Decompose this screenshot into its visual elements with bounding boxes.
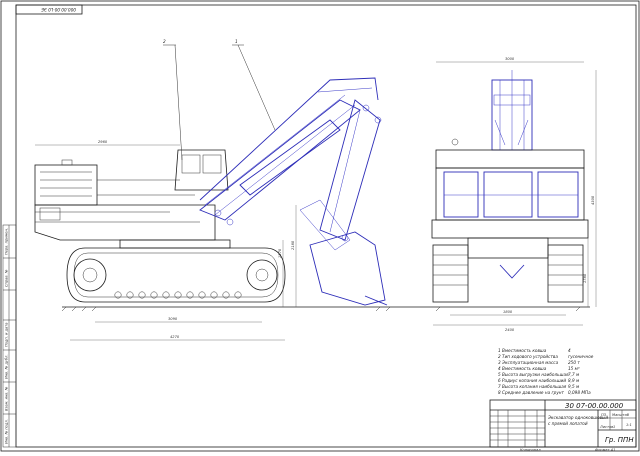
spec-list: 1 Вместимость ковша 4 2 Тип ходового уст…: [498, 348, 594, 395]
strip-label-1: Перв. примен.: [5, 228, 9, 255]
strip-label-4: Инв. № дубл.: [5, 354, 9, 379]
front-track-left: [432, 244, 469, 303]
spec-8: 8 Среднее давление на грунт: [498, 390, 565, 395]
scale-label: Масштаб: [612, 413, 630, 417]
dim-side-overall: 4270: [170, 335, 180, 339]
stamp-code: 000.00.00-L0 ЭЕ: [41, 7, 76, 12]
top-stamp: 000.00.00-L0 ЭЕ: [15, 4, 83, 15]
group-label: Гр. ППН: [605, 436, 634, 444]
spec-1-value: 4: [568, 348, 571, 353]
litera: ПЗ: [601, 413, 607, 417]
strip-label-3: Подп. и дата: [5, 323, 9, 347]
scale-value: 1:1: [626, 423, 632, 427]
dim-side-h2: 2180: [291, 240, 295, 250]
dim-front-width: 3000: [505, 57, 515, 61]
operator-cab: [174, 149, 229, 191]
copy-label: Копировал: [520, 448, 541, 452]
dim-front-track: 1800: [503, 310, 513, 314]
crawler-track: [66, 247, 286, 303]
spec-7: 7 Высота копания наибольшая: [498, 384, 567, 389]
front-view: 3000 4300 1780 1800 2400: [431, 57, 597, 332]
strip-label-2: Справ. №: [5, 269, 9, 287]
title-line-2: с прямой лопатой: [548, 421, 588, 426]
boom: [199, 99, 361, 221]
idler-wheel: [73, 258, 107, 292]
drawing-canvas: 000.00.00-L0 ЭЕ Перв. примен. Справ. № П…: [0, 0, 640, 452]
callout-label-2: 2: [163, 39, 166, 44]
front-body: [435, 167, 585, 221]
spec-5: 5 Высота выгрузки наибольшая: [498, 372, 569, 377]
spec-4: 4 Вместимость ковша: [498, 366, 547, 371]
spec-2: 2 Тип ходового устройства: [498, 354, 558, 359]
side-view: 2 1 2960 1570 2180 3090 4270: [34, 39, 388, 341]
bucket: [309, 231, 386, 306]
dim-front-lower: 1780: [583, 273, 587, 283]
counterweight: [34, 164, 98, 206]
dim-side-base: 3090: [168, 317, 178, 321]
format-label: Формат А1: [595, 448, 615, 452]
spec-8-value: 0,098 МПа: [568, 390, 591, 395]
spec-3-value: 250 т: [568, 360, 580, 365]
spec-3: 3 Эксплуатационная масса: [498, 360, 559, 365]
strip-label-6: Инв. № подл.: [5, 419, 9, 444]
callout-label-1: 1: [235, 39, 238, 44]
sheets-label: Листов: [599, 425, 613, 429]
dim-side-top: 2960: [98, 140, 108, 144]
title-line-1: Экскаватор одноковшовый: [547, 415, 608, 420]
dim-front-base: 2400: [505, 328, 515, 332]
spec-7-value: 9,5 м: [568, 384, 579, 389]
spec-5-value: 7,7 м: [568, 372, 579, 377]
drive-sprocket: [246, 259, 278, 291]
spec-1: 1 Вместимость ковша: [498, 348, 547, 353]
turntable: [119, 239, 231, 249]
sheets-count: 1: [613, 425, 615, 429]
doc-code: 30 07-00.00.000: [565, 402, 624, 410]
front-carbody: [467, 237, 549, 259]
front-track-right: [547, 244, 584, 303]
drawing-sheet: 000.00.00-L0 ЭЕ Перв. примен. Справ. № П…: [0, 0, 640, 452]
dim-front-height: 4300: [591, 195, 595, 205]
title-block: 30 07-00.00.000 Экскаватор одноковшовый …: [489, 399, 637, 452]
spec-6-value: 8,9 м: [568, 378, 579, 383]
upper-housing: [34, 204, 216, 241]
spec-6: 6 Радиус копания наибольший: [498, 378, 566, 383]
spec-2-value: гусеничное: [568, 354, 594, 359]
left-strip: Перв. примен. Справ. № Подп. и дата Инв.…: [2, 224, 17, 448]
spec-4-value: 15 м³: [568, 366, 580, 371]
callout-leader-2: [174, 44, 183, 161]
strip-label-5: Взам. инв. №: [5, 386, 9, 411]
callout-leader-1: [237, 44, 276, 131]
dim-side-h1: 1570: [278, 248, 282, 258]
